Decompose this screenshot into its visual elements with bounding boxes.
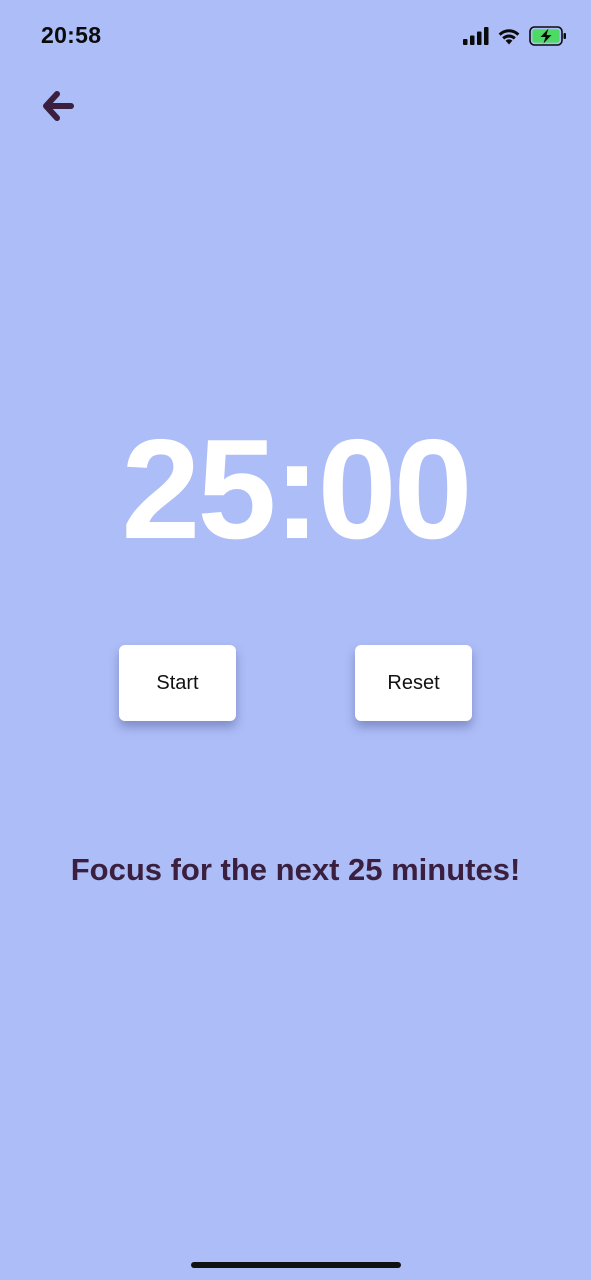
arrow-left-icon [42,90,74,126]
focus-message: Focus for the next 25 minutes! [70,852,521,887]
reset-button[interactable]: Reset [355,645,472,721]
cellular-signal-icon [463,27,489,45]
battery-charging-icon [529,26,567,46]
wifi-icon [497,27,521,45]
home-indicator[interactable] [191,1262,401,1268]
timer-screen: 20:58 25:00 Start Reset Focus for the ne… [0,0,591,1280]
status-time: 20:58 [41,22,102,48]
start-button[interactable]: Start [119,645,236,721]
back-button[interactable] [38,88,78,128]
timer-display: 25:00 [121,410,472,569]
status-icons [463,25,567,47]
